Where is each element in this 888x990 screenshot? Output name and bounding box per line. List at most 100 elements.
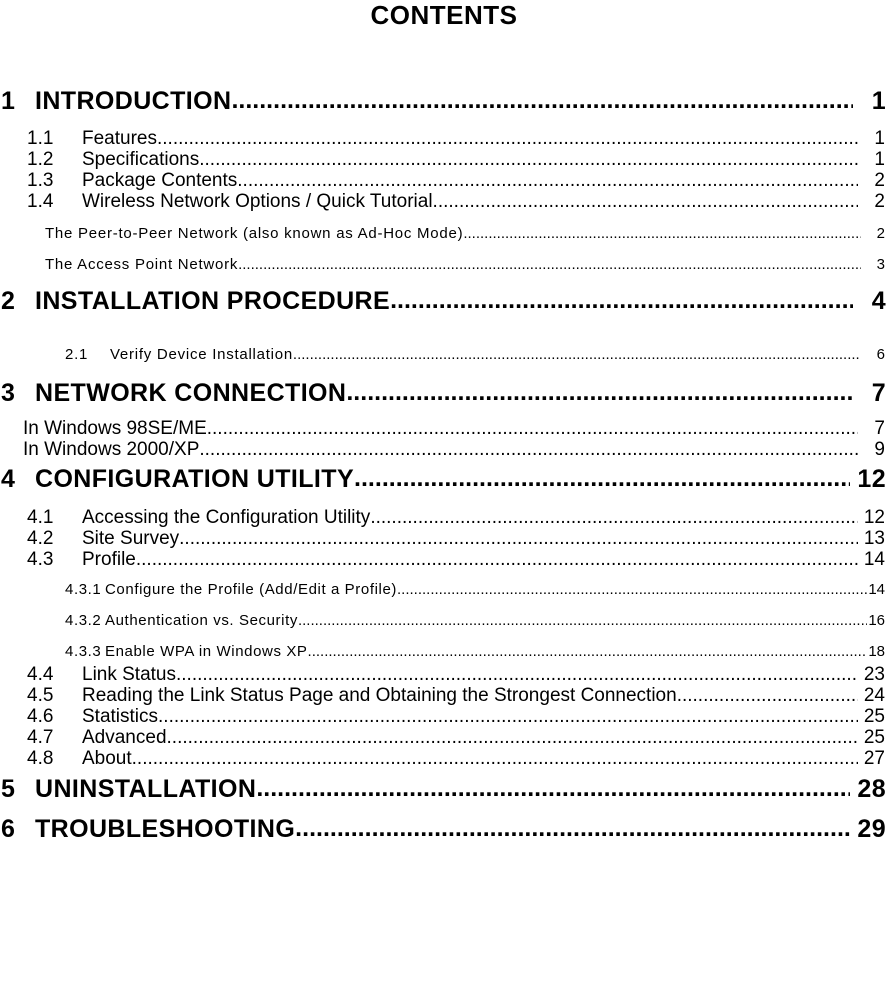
toc-entry-site-survey[interactable]: 4.2 Site Survey 13 bbox=[0, 528, 888, 549]
toc-page-number: 1 bbox=[874, 128, 885, 149]
toc-number: 4.5 bbox=[27, 685, 54, 706]
toc-page-number: 1 bbox=[871, 87, 886, 115]
toc-entry-installation-procedure[interactable]: 2 INSTALLATION PROCEDURE 4 bbox=[0, 286, 888, 317]
toc-page-number: 2 bbox=[876, 225, 885, 242]
toc-label: About bbox=[82, 748, 132, 769]
toc-label: Statistics bbox=[82, 706, 159, 727]
toc-entry-introduction[interactable]: 1 INTRODUCTION 1 bbox=[0, 86, 888, 117]
toc-entry-network-connection[interactable]: 3 NETWORK CONNECTION 7 bbox=[0, 378, 888, 409]
toc-page: CONTENTS 1 INTRODUCTION 1 1.1 Features 1… bbox=[0, 0, 888, 990]
dot-leader bbox=[295, 813, 850, 844]
toc-number: 3 bbox=[1, 379, 16, 407]
row-spacer bbox=[0, 570, 888, 581]
toc-label: In Windows 98SE/ME bbox=[23, 418, 207, 439]
toc-number: 4.3 bbox=[27, 549, 54, 570]
row-spacer bbox=[0, 495, 888, 507]
toc-label: Package Contents bbox=[82, 170, 238, 191]
toc-entry-authentication-vs-security[interactable]: 4.3.2 Authentication vs. Security 16 bbox=[0, 612, 888, 629]
dot-leader bbox=[237, 170, 858, 191]
dot-leader bbox=[433, 191, 858, 212]
toc-entry-verify-device-installation[interactable]: 2.1 Verify Device Installation 6 bbox=[0, 346, 888, 363]
toc-label: Reading the Link Status Page and Obtaini… bbox=[82, 685, 677, 706]
toc-label: Specifications bbox=[82, 149, 200, 170]
toc-label: Authentication vs. Security bbox=[105, 612, 298, 629]
title-spacer bbox=[0, 34, 888, 86]
toc-page-number: 18 bbox=[868, 643, 885, 660]
dot-leader bbox=[176, 664, 858, 685]
toc-label: Accessing the Configuration Utility bbox=[82, 507, 371, 528]
dot-leader bbox=[390, 285, 853, 316]
dot-leader bbox=[346, 377, 853, 408]
toc-label: Link Status bbox=[82, 664, 176, 685]
toc-page-number: 3 bbox=[876, 256, 885, 273]
toc-entry-uninstallation[interactable]: 5 UNINSTALLATION 28 bbox=[0, 774, 888, 805]
toc-entry-configure-the-profile[interactable]: 4.3.1 Configure the Profile (Add/Edit a … bbox=[0, 581, 888, 598]
toc-number: 4.3.3 bbox=[65, 643, 102, 660]
toc-entry-about[interactable]: 4.8 About 27 bbox=[0, 748, 888, 769]
toc-page-number: 2 bbox=[874, 170, 885, 191]
row-spacer bbox=[0, 629, 888, 643]
dot-leader bbox=[157, 128, 858, 149]
toc-page-number: 24 bbox=[863, 685, 885, 706]
toc-label: Configure the Profile (Add/Edit a Profil… bbox=[105, 581, 397, 598]
row-spacer bbox=[0, 212, 888, 225]
toc-label: Site Survey bbox=[82, 528, 180, 549]
dot-leader bbox=[238, 256, 861, 273]
toc-page-number: 2 bbox=[874, 191, 885, 212]
toc-page-number: 6 bbox=[876, 346, 885, 363]
toc-label: The Access Point Network bbox=[45, 256, 239, 273]
dot-leader bbox=[308, 643, 867, 660]
toc-page-number: 7 bbox=[871, 379, 886, 407]
toc-number: 4 bbox=[1, 465, 16, 493]
toc-page-number: 1 bbox=[874, 149, 885, 170]
dot-leader bbox=[199, 149, 858, 170]
toc-entry-specifications[interactable]: 1.2 Specifications 1 bbox=[0, 149, 888, 170]
toc-entry-wireless-network-options[interactable]: 1.4 Wireless Network Options / Quick Tut… bbox=[0, 191, 888, 212]
toc-entry-configuration-utility[interactable]: 4 CONFIGURATION UTILITY 12 bbox=[0, 464, 888, 495]
toc-entry-statistics[interactable]: 4.6 Statistics 25 bbox=[0, 706, 888, 727]
toc-entry-access-point-network[interactable]: The Access Point Network 3 bbox=[0, 256, 888, 273]
toc-entry-troubleshooting[interactable]: 6 TROUBLESHOOTING 29 bbox=[0, 814, 888, 845]
toc-label: INSTALLATION PROCEDURE bbox=[35, 287, 391, 315]
toc-entry-enable-wpa-in-windows-xp[interactable]: 4.3.3 Enable WPA in Windows XP 18 bbox=[0, 643, 888, 660]
toc-number: 1 bbox=[1, 87, 16, 115]
toc-number: 4.7 bbox=[27, 727, 54, 748]
toc-entry-link-status[interactable]: 4.4 Link Status 23 bbox=[0, 664, 888, 685]
toc-number: 6 bbox=[1, 815, 16, 843]
toc-number: 4.3.1 bbox=[65, 581, 102, 598]
toc-page-number: 7 bbox=[874, 418, 885, 439]
toc-number: 4.2 bbox=[27, 528, 54, 549]
toc-page-number: 25 bbox=[863, 706, 885, 727]
toc-number: 4.1 bbox=[27, 507, 54, 528]
toc-entry-in-windows-98se-me[interactable]: In Windows 98SE/ME 7 bbox=[0, 418, 888, 439]
toc-label: Verify Device Installation bbox=[110, 346, 293, 363]
toc-entry-reading-the-link-status-page[interactable]: 4.5 Reading the Link Status Page and Obt… bbox=[0, 685, 888, 706]
toc-entry-package-contents[interactable]: 1.3 Package Contents 2 bbox=[0, 170, 888, 191]
toc-entry-advanced[interactable]: 4.7 Advanced 25 bbox=[0, 727, 888, 748]
toc-entry-features[interactable]: 1.1 Features 1 bbox=[0, 128, 888, 149]
dot-leader bbox=[370, 507, 858, 528]
toc-page-number: 25 bbox=[863, 727, 885, 748]
toc-page-number: 9 bbox=[874, 439, 885, 460]
toc-number: 4.3.2 bbox=[65, 612, 102, 629]
toc-entry-accessing-configuration-utility[interactable]: 4.1 Accessing the Configuration Utility … bbox=[0, 507, 888, 528]
dot-leader bbox=[231, 85, 853, 116]
toc-entry-profile[interactable]: 4.3 Profile 14 bbox=[0, 549, 888, 570]
dot-leader bbox=[179, 528, 858, 549]
toc-label: The Peer-to-Peer Network (also known as … bbox=[45, 225, 464, 242]
toc-page-number: 12 bbox=[857, 465, 886, 493]
toc-page-number: 29 bbox=[857, 815, 886, 843]
toc-page-number: 4 bbox=[871, 287, 886, 315]
toc-page-number: 28 bbox=[857, 775, 886, 803]
toc-entry-in-windows-2000-xp[interactable]: In Windows 2000/XP 9 bbox=[0, 439, 888, 460]
toc-number: 4.4 bbox=[27, 664, 54, 685]
toc-page-number: 16 bbox=[868, 612, 885, 629]
toc-number: 1.2 bbox=[27, 149, 54, 170]
row-spacer bbox=[0, 598, 888, 612]
dot-leader bbox=[463, 225, 861, 242]
dot-leader bbox=[256, 773, 850, 804]
row-spacer bbox=[0, 317, 888, 346]
toc-entry-peer-to-peer-network[interactable]: The Peer-to-Peer Network (also known as … bbox=[0, 225, 888, 242]
toc-label: CONFIGURATION UTILITY bbox=[35, 465, 355, 493]
toc-page-number: 27 bbox=[863, 748, 885, 769]
